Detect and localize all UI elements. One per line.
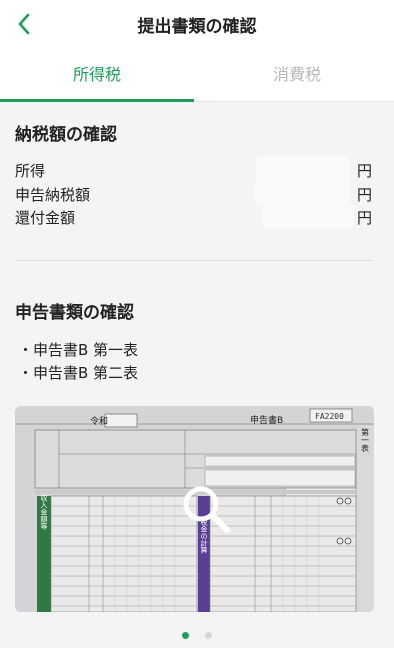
- section-income-label: 収入金額等: [40, 495, 48, 530]
- tab-income-tax[interactable]: 所得税: [0, 48, 194, 102]
- documents-title: 申告書類の確認: [15, 303, 134, 323]
- document-item-1: ・申告書B 第一表: [18, 341, 139, 359]
- form-side-title: 第一表: [361, 427, 370, 453]
- tax-summary-title: 納税額の確認: [15, 125, 117, 145]
- page-dot-2[interactable]: [204, 632, 212, 639]
- section-divider: [15, 260, 373, 261]
- tab-consumption-tax[interactable]: 消費税: [200, 48, 394, 102]
- app-header: 提出書類の確認: [0, 0, 394, 48]
- form-name: 申告書B: [250, 414, 283, 426]
- magnifier-icon[interactable]: [179, 482, 235, 538]
- form-code: FA2200: [315, 412, 344, 421]
- refund-label: 還付金額: [15, 209, 76, 227]
- tax-payable-value-masked: [254, 180, 350, 204]
- page-title: 提出書類の確認: [137, 17, 257, 37]
- pagination-dots: [0, 624, 394, 639]
- income-label: 所得: [15, 162, 46, 180]
- document-item-2: ・申告書B 第二表: [18, 364, 139, 382]
- income-unit: 円: [357, 162, 373, 180]
- tab-bar: 所得税 消費税: [0, 48, 394, 102]
- tax-payable-unit: 円: [357, 186, 373, 204]
- refund-unit: 円: [357, 209, 373, 227]
- tax-payable-label: 申告納税額: [15, 186, 91, 204]
- page-dot-1[interactable]: [182, 632, 190, 639]
- form-preview[interactable]: 令和 申告書B FA2200 収入金額等 税金の計算 第一表: [15, 406, 374, 612]
- form-era: 令和: [90, 415, 108, 427]
- refund-value-masked: [262, 204, 354, 228]
- active-tab-indicator: [0, 99, 194, 102]
- income-value-masked: [256, 156, 350, 180]
